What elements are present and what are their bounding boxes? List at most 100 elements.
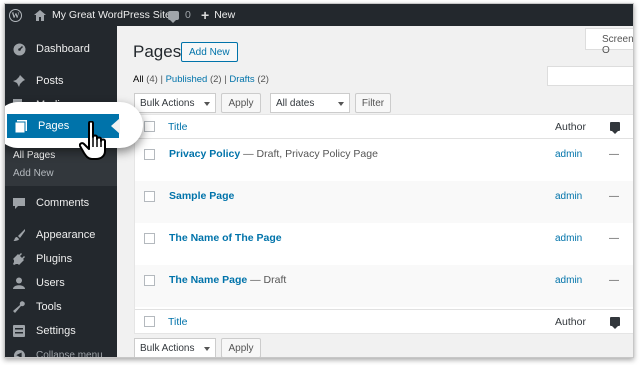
comment-icon bbox=[168, 10, 179, 23]
sidebar-item-dashboard[interactable]: Dashboard bbox=[5, 37, 117, 61]
collapse-icon: ◀ bbox=[12, 348, 26, 357]
status-filter-links: All (4) | Published (2) | Drafts (2) bbox=[133, 74, 269, 85]
select-all-checkbox[interactable] bbox=[144, 121, 155, 132]
page-title-link[interactable]: Sample Page bbox=[169, 190, 234, 202]
plus-icon: + bbox=[201, 7, 210, 23]
row-checkbox[interactable] bbox=[144, 233, 155, 244]
bulk-actions-select-top[interactable]: Bulk Actions bbox=[134, 93, 216, 113]
user-icon bbox=[12, 276, 26, 290]
page-title-text[interactable]: The Name of The Page bbox=[169, 232, 282, 244]
page-title-link[interactable]: The Name of The Page bbox=[169, 232, 282, 244]
brush-icon bbox=[12, 228, 26, 242]
apply-button-top[interactable]: Apply bbox=[221, 93, 261, 113]
author-link[interactable]: admin bbox=[555, 191, 582, 202]
filter-published-link[interactable]: Published bbox=[166, 74, 208, 85]
new-label: New bbox=[214, 9, 236, 21]
chevron-down-icon bbox=[338, 102, 344, 106]
site-name-link[interactable]: My Great WordPress Site bbox=[34, 4, 171, 26]
page-title-link[interactable]: Privacy Policy — Draft, Privacy Policy P… bbox=[169, 148, 378, 160]
dates-select[interactable]: All dates bbox=[270, 93, 350, 113]
page-title-link[interactable]: The Name Page — Draft bbox=[169, 274, 286, 286]
comments-column-icon[interactable] bbox=[610, 317, 620, 329]
chevron-down-icon bbox=[204, 102, 210, 106]
chevron-down-icon bbox=[204, 347, 210, 351]
row-checkbox[interactable] bbox=[144, 149, 155, 160]
filter-drafts-link[interactable]: Drafts bbox=[229, 74, 254, 85]
wordpress-logo-icon[interactable]: W bbox=[9, 4, 25, 26]
table-header: Title Author bbox=[135, 115, 633, 139]
comment-icon bbox=[12, 196, 26, 210]
sidebar-item-comments[interactable]: Comments bbox=[5, 191, 117, 215]
apply-button-bottom[interactable]: Apply bbox=[221, 338, 261, 357]
site-name-label: My Great WordPress Site bbox=[52, 9, 171, 21]
comment-count: — bbox=[609, 191, 619, 202]
author-link[interactable]: admin bbox=[555, 275, 582, 286]
submenu-all-pages[interactable]: All Pages bbox=[13, 150, 55, 161]
submenu-add-new[interactable]: Add New bbox=[13, 168, 54, 179]
sidebar-item-label: Appearance bbox=[36, 229, 96, 241]
current-menu-pointer bbox=[111, 118, 120, 134]
admin-sidebar: Dashboard Posts Media All Pages Add New … bbox=[5, 26, 117, 358]
sidebar-item-label: Tools bbox=[36, 301, 62, 313]
bulk-actions-select-bottom[interactable]: Bulk Actions bbox=[134, 338, 216, 357]
filter-all-count: (4) bbox=[146, 74, 158, 85]
plug-icon bbox=[12, 252, 26, 266]
pages-icon bbox=[14, 119, 28, 133]
author-link[interactable]: admin bbox=[555, 149, 582, 160]
title-column-header[interactable]: Title bbox=[168, 121, 187, 133]
table-row: Privacy Policy — Draft, Privacy Policy P… bbox=[135, 139, 633, 181]
comment-count: — bbox=[609, 149, 619, 160]
sidebar-item-users[interactable]: Users bbox=[5, 271, 117, 295]
hand-cursor-icon bbox=[78, 120, 109, 161]
collapse-label: Collapse menu bbox=[36, 349, 103, 358]
sidebar-item-tools[interactable]: Tools bbox=[5, 295, 117, 319]
comment-count: — bbox=[609, 233, 619, 244]
sidebar-item-appearance[interactable]: Appearance bbox=[5, 223, 117, 247]
sidebar-item-label: Settings bbox=[36, 325, 76, 337]
pin-icon bbox=[12, 74, 26, 88]
page-title: Pages bbox=[133, 42, 182, 61]
sidebar-item-settings[interactable]: Settings bbox=[5, 319, 117, 343]
table-row: The Name of The Page admin — bbox=[135, 223, 633, 265]
add-new-button[interactable]: Add New bbox=[181, 42, 238, 62]
main-content: Screen O Pages Add New All (4) | Publish… bbox=[117, 26, 633, 357]
home-icon bbox=[34, 9, 46, 21]
page-title-text[interactable]: Sample Page bbox=[169, 190, 234, 202]
sidebar-item-plugins[interactable]: Plugins bbox=[5, 247, 117, 271]
row-checkbox[interactable] bbox=[144, 275, 155, 286]
sidebar-item-label: Comments bbox=[36, 197, 90, 209]
comment-count: — bbox=[609, 275, 619, 286]
select-all-checkbox-footer[interactable] bbox=[144, 316, 155, 327]
search-input[interactable] bbox=[547, 66, 633, 86]
sidebar-item-label: Posts bbox=[36, 75, 64, 87]
author-link[interactable]: admin bbox=[555, 233, 582, 244]
author-column-footer: Author bbox=[555, 316, 586, 328]
dates-value: All dates bbox=[276, 97, 315, 109]
pages-table: Title Author Privacy Policy — Draft, Pri… bbox=[134, 114, 633, 334]
comments-count: 0 bbox=[185, 9, 191, 21]
sidebar-item-label: Dashboard bbox=[36, 43, 90, 55]
sidebar-item-posts[interactable]: Posts bbox=[5, 69, 117, 93]
table-row: The Name Page — Draft admin — bbox=[135, 265, 633, 307]
dashboard-icon bbox=[12, 42, 26, 56]
sidebar-item-label: Users bbox=[36, 277, 65, 289]
screen-options-button[interactable]: Screen O bbox=[585, 28, 633, 56]
comments-link[interactable]: 0 bbox=[168, 4, 191, 26]
row-checkbox[interactable] bbox=[144, 191, 155, 202]
title-column-footer[interactable]: Title bbox=[168, 316, 187, 328]
page-title-text[interactable]: Privacy Policy bbox=[169, 148, 240, 160]
page-title-text[interactable]: The Name Page bbox=[169, 274, 247, 286]
page-state: — Draft bbox=[247, 274, 287, 286]
filter-button[interactable]: Filter bbox=[355, 93, 391, 113]
bulk-actions-value: Bulk Actions bbox=[140, 342, 195, 354]
filter-published-count: (2) bbox=[209, 74, 222, 85]
sidebar-item-label: Pages bbox=[38, 120, 70, 132]
bulk-actions-value: Bulk Actions bbox=[140, 97, 195, 109]
collapse-menu-button[interactable]: ◀ Collapse menu bbox=[5, 343, 117, 358]
comments-column-icon[interactable] bbox=[610, 122, 620, 134]
settings-icon bbox=[12, 324, 26, 338]
page-state: — Draft, Privacy Policy Page bbox=[240, 148, 378, 160]
filter-all-link[interactable]: All bbox=[133, 74, 144, 85]
new-content-link[interactable]: + New bbox=[201, 4, 235, 26]
wrench-icon bbox=[12, 300, 26, 314]
